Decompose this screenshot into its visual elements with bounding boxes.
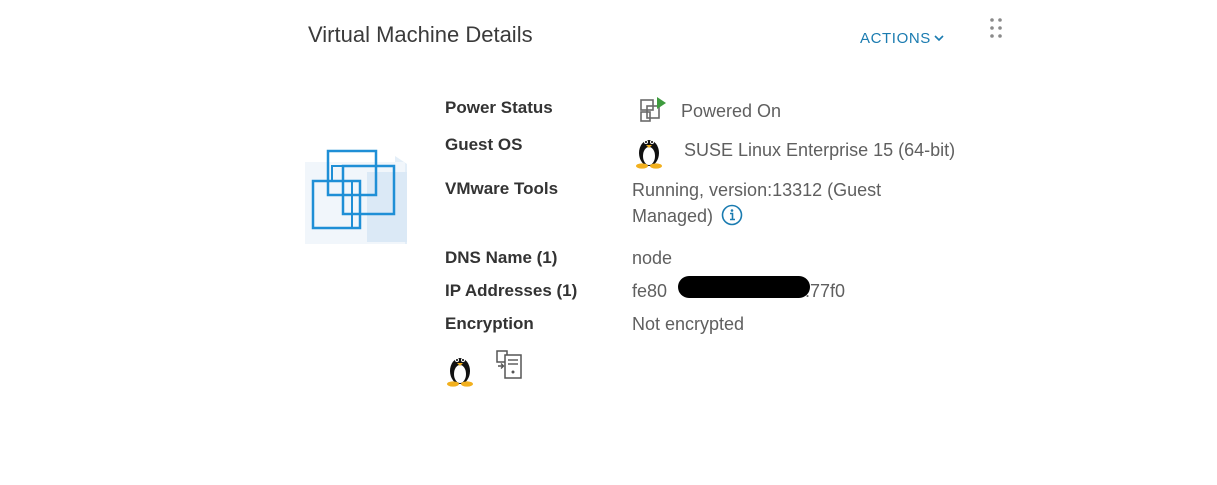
ip-addresses-label: IP Addresses (1) [445, 281, 578, 300]
card-title: Virtual Machine Details [308, 22, 533, 47]
guest-os-label: Guest OS [445, 135, 523, 154]
vm-server-icon [495, 350, 525, 385]
vmware-tools-label: VMware Tools [445, 179, 559, 198]
vmware-tools-value-line2-text: Managed) [632, 206, 714, 226]
dns-name-label: DNS Name (1) [445, 248, 558, 267]
linux-penguin-icon [634, 133, 664, 174]
actions-label: ACTIONS [860, 30, 931, 47]
vm-powered-on-icon [638, 96, 668, 129]
vmware-tools-value-line1: Running, version:13312 (Guest [632, 180, 882, 200]
redaction-mark [678, 276, 810, 298]
info-icon[interactable] [721, 204, 743, 233]
drag-handle-icon[interactable] [989, 17, 1003, 39]
virtual-machine-icon [299, 146, 407, 246]
ip-address-suffix: :77f0 [805, 281, 846, 301]
ip-address-prefix: fe80 [632, 281, 668, 301]
chevron-down-icon [934, 29, 944, 46]
encryption-value: Not encrypted [632, 314, 745, 334]
vmware-tools-value-line2: Managed) [632, 203, 932, 233]
vm-details-card: Virtual Machine Details ACTIONS Power St… [290, 0, 1020, 485]
guest-os-value: SUSE Linux Enterprise 15 (64-bit) [684, 140, 956, 160]
vmware-tools-value: Running, version:13312 (Guest Managed) [632, 177, 932, 233]
power-status-label: Power Status [445, 98, 553, 117]
dns-name-value: node [632, 248, 673, 268]
power-status-value: Powered On [681, 101, 782, 121]
encryption-label: Encryption [445, 314, 534, 333]
actions-menu-button[interactable]: ACTIONS [860, 29, 944, 47]
linux-penguin-icon [445, 351, 475, 392]
